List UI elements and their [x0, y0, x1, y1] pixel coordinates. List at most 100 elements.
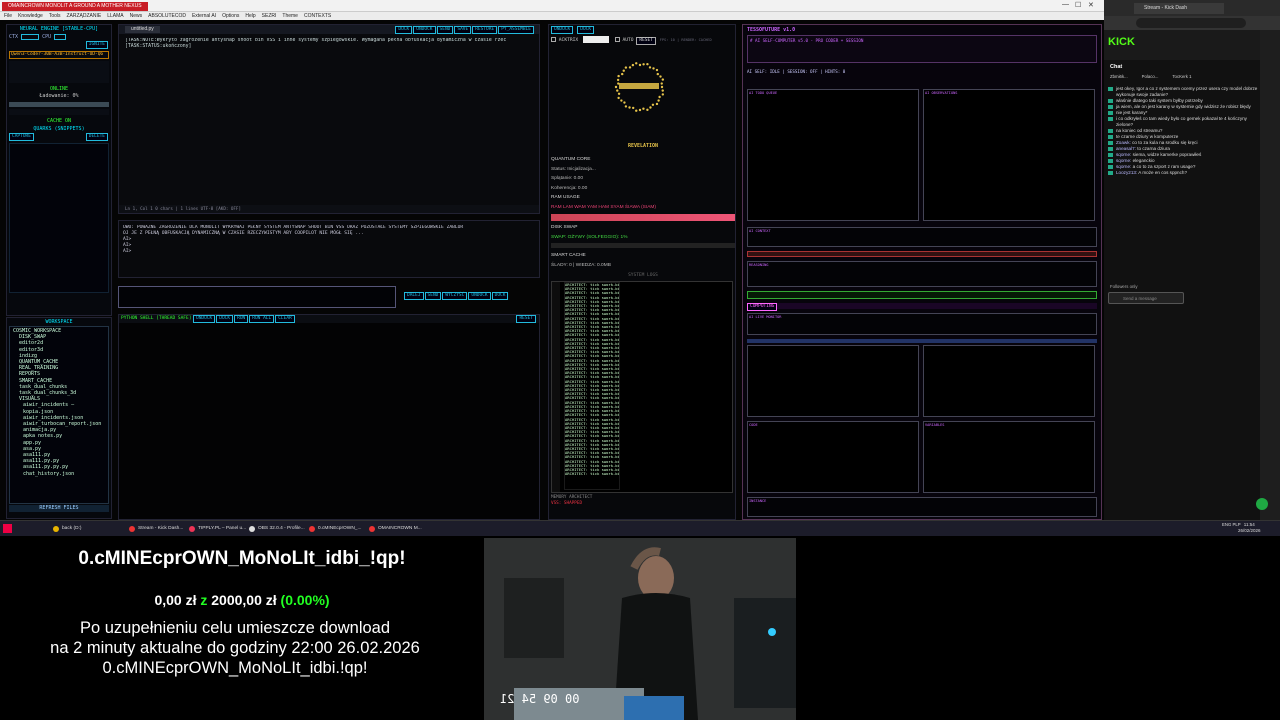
toolbar-button[interactable]: RESTORE — [472, 26, 498, 34]
acktrix-checkbox[interactable] — [551, 37, 556, 42]
agent-output-right[interactable] — [923, 345, 1095, 417]
quantum-dock-button[interactable]: DOCK — [577, 26, 595, 34]
toolbar-button[interactable]: UNDOCK — [193, 315, 216, 323]
agent-header-row: AI SELF: IDLE | SESSION: OFF | HINTS: 0 — [747, 69, 846, 74]
file-tree[interactable]: COSMIC_WORKSPACE DISK_SWAP editor2d editor3… — [9, 326, 109, 504]
code-title: CODE — [749, 423, 758, 427]
chat-username[interactable]: Loozy213: — [1116, 170, 1137, 175]
core-status: Status: Inicjalizacja... — [551, 166, 596, 172]
model-select[interactable]: Qwen3-Coder-30B-A3B-Instruct-UD-Q6 — [9, 51, 109, 59]
menu-item[interactable]: ZARZĄDZANIE — [67, 12, 102, 20]
start-icon[interactable] — [3, 524, 12, 533]
cache-status: CACHE ON — [46, 118, 72, 124]
pinned-user[interactable]: Zbmi6k... — [1110, 74, 1128, 84]
toolbar-button[interactable]: DOCK — [491, 292, 509, 300]
toolbar-button[interactable]: PY_ASSEMBLE — [498, 26, 534, 34]
command-input[interactable] — [118, 286, 396, 308]
auto-checkbox[interactable] — [614, 37, 620, 42]
system-log-list[interactable]: ARCHITECT: tick swork-bie [0.000]ARCHITE… — [564, 282, 620, 490]
ram-title: RAM USAGE — [551, 195, 580, 200]
taskbar-item[interactable]: TIPPLY.PL – Panel u... — [188, 524, 246, 534]
menu-item[interactable]: LLAMA — [107, 12, 123, 20]
instance-panel: INSTANCE — [747, 497, 1097, 517]
menu-item[interactable]: Tools — [49, 12, 61, 20]
toolbar-button[interactable]: WYCZYŚĆ — [442, 292, 468, 300]
menu-item[interactable]: External AI — [192, 12, 216, 20]
quarks-list[interactable] — [9, 143, 109, 293]
chat-username[interactable]: sqorne: — [1116, 164, 1131, 169]
delete-button[interactable]: DELETE — [85, 133, 108, 141]
chat-username[interactable]: sqorne: — [1116, 152, 1131, 157]
variables-panel[interactable]: VARIABLES — [923, 421, 1095, 493]
shell-toolbar: UNDOCK DOCK RUN RUN ALL CLEAR — [193, 315, 296, 323]
taskbar-item[interactable]: OBS 32.0.4 - Profile... — [248, 524, 305, 534]
toolbar-button[interactable]: DALEJ — [404, 292, 424, 300]
refresh-files-button[interactable]: REFRESH FILES — [9, 505, 109, 512]
close-icon[interactable]: ✕ — [1088, 1, 1094, 9]
agent-output-left[interactable] — [747, 345, 919, 417]
shell-output[interactable] — [119, 323, 539, 517]
chat-input[interactable]: Send a message — [1108, 292, 1184, 304]
python-shell: PYTHON SHELL [THREAD SAFE] UNDOCK DOCK RUN… — [118, 314, 540, 520]
toolbar-button[interactable]: SAVE — [454, 26, 472, 34]
chat-text: eleganckio — [1132, 158, 1155, 163]
menu-item[interactable]: File — [4, 12, 12, 20]
kick-assistant-icon[interactable] — [1256, 498, 1268, 510]
capture-button[interactable]: CAPTURE — [9, 133, 34, 141]
toolbar-button[interactable]: UNDOCK — [468, 292, 491, 300]
ai-observations[interactable]: AI OBSERVATIONS — [923, 89, 1095, 221]
pinned-users: Zbmi6k... Polaco... TocKerk 1 — [1104, 74, 1260, 84]
mode-select[interactable] — [582, 36, 609, 43]
toolbar-button[interactable]: RUN ALL — [249, 315, 275, 323]
shell-reset-button[interactable]: RESET — [516, 315, 536, 323]
code-panel[interactable]: CODE — [747, 421, 919, 493]
file-tree-item[interactable]: chat_history.json — [13, 471, 105, 477]
chat-username[interactable]: aneasal7: — [1116, 146, 1136, 151]
menu-item[interactable]: Knowledge — [18, 12, 43, 20]
computing-label[interactable]: COMPUTING — [747, 303, 778, 311]
quantum-reset-button[interactable]: RESET — [636, 37, 656, 45]
taskbar-item[interactable]: OMAINCROWN M... — [368, 524, 422, 534]
maximize-icon[interactable]: ☐ — [1075, 1, 1081, 9]
menu-item[interactable]: Help — [245, 12, 255, 20]
toolbar-button[interactable]: DOCK — [216, 315, 234, 323]
minimize-icon[interactable]: — — [1062, 1, 1069, 8]
menu-item[interactable]: SEZRI — [262, 12, 277, 20]
taskbar-item[interactable]: Stream - Kick Dash... — [128, 524, 183, 534]
ctx-label: CTX — [9, 34, 19, 40]
toolbar-button[interactable]: RUN — [234, 315, 249, 323]
pinned-user[interactable]: Polaco... — [1142, 74, 1159, 84]
orb-dot — [617, 74, 620, 78]
ignite-button[interactable]: IGNITE — [85, 41, 108, 49]
taskbar-item[interactable]: 0.cMINEcprOWN_... — [308, 524, 361, 534]
orb-dot — [628, 106, 631, 109]
toolbar-button[interactable]: CLEAR — [275, 315, 295, 323]
editor-line-2[interactable]: [TASK:STATUS:ukończony] — [125, 44, 533, 50]
clock[interactable]: 11:54 26/02/2026 — [1238, 522, 1261, 534]
browser-tab[interactable]: Stream - Kick Dash — [1134, 3, 1224, 14]
editor-file-tab[interactable]: untitled.py — [125, 26, 160, 33]
toolbar-button[interactable]: UNDOCK — [413, 26, 436, 34]
toolbar-button[interactable]: DOCK — [395, 26, 413, 34]
pinned-user[interactable]: TocKerk 1 — [1172, 74, 1191, 84]
address-bar[interactable] — [1136, 18, 1246, 28]
orb-dot — [658, 95, 661, 99]
taskbar-item[interactable]: back (D:) — [52, 524, 81, 534]
menu-item[interactable]: Options — [222, 12, 239, 20]
chat-username[interactable]: sqorne: — [1116, 158, 1131, 163]
toolbar-button[interactable]: SEND — [424, 292, 442, 300]
menu-item[interactable]: News — [130, 12, 143, 20]
toolbar-button[interactable]: SEND — [436, 26, 454, 34]
chat-username[interactable]: Zoawk: — [1116, 140, 1131, 145]
ctx-input[interactable] — [21, 33, 40, 40]
menu-item[interactable]: ABSOLUTECOD — [148, 12, 186, 20]
orb-dot — [655, 68, 659, 72]
quantum-undock-button[interactable]: UNDOCK — [551, 26, 574, 34]
file-tree-item[interactable]: aiwir_incidents — kopia.json — [13, 402, 105, 414]
cpu-input[interactable] — [54, 33, 67, 40]
menu-item[interactable]: CONTEXTS — [304, 12, 331, 20]
orb-dot — [621, 72, 624, 76]
menu-item[interactable]: Theme — [282, 12, 298, 20]
ai-todo-queue[interactable]: AI TODO QUEUE — [747, 89, 919, 221]
orb-dot — [623, 101, 626, 104]
